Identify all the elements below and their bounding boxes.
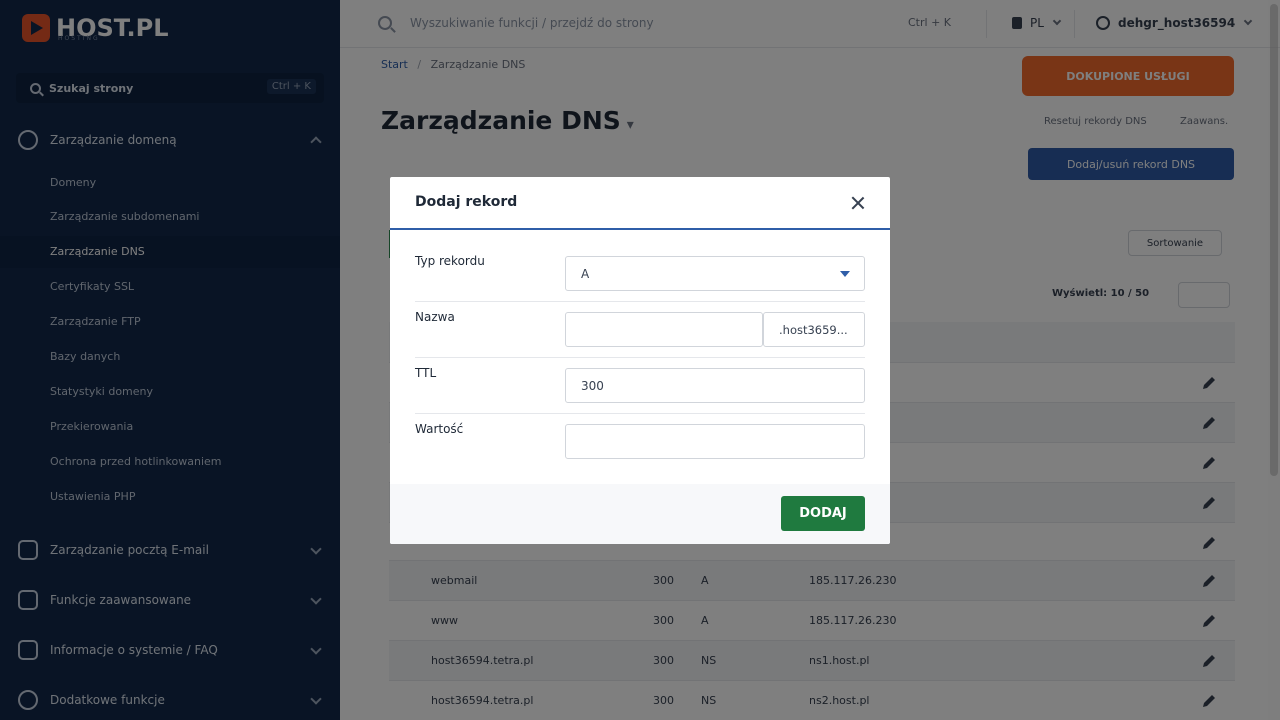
close-icon[interactable] xyxy=(848,193,868,213)
record-name-input[interactable] xyxy=(565,312,763,347)
domain-suffix: .host3659... xyxy=(763,312,865,347)
record-type-select[interactable]: A xyxy=(565,256,865,291)
domain-suffix-text: .host3659... xyxy=(779,322,848,337)
add-record-button-label: DODAJ xyxy=(799,506,847,521)
dialog-footer: DODAJ xyxy=(390,484,890,544)
record-name-row: Nazwa .host3659... xyxy=(415,302,865,358)
record-type-label: Typ rekordu xyxy=(415,254,485,268)
add-record-dialog: Dodaj rekord Typ rekordu A Nazwa .host36… xyxy=(390,177,890,544)
value-input[interactable] xyxy=(565,424,865,459)
value-row: Wartość xyxy=(415,414,865,470)
record-type-value: A xyxy=(581,266,590,281)
ttl-value: 300 xyxy=(581,378,604,393)
dialog-header: Dodaj rekord xyxy=(390,177,890,230)
ttl-row: TTL 300 xyxy=(415,358,865,414)
add-record-button[interactable]: DODAJ xyxy=(781,496,865,531)
record-name-label: Nazwa xyxy=(415,310,455,324)
value-label: Wartość xyxy=(415,422,464,436)
page-scrollbar[interactable] xyxy=(1270,4,1278,476)
caret-down-icon xyxy=(840,271,850,277)
ttl-input[interactable]: 300 xyxy=(565,368,865,403)
record-type-row: Typ rekordu A xyxy=(415,246,865,302)
dialog-title: Dodaj rekord xyxy=(415,194,518,210)
ttl-label: TTL xyxy=(415,366,437,380)
